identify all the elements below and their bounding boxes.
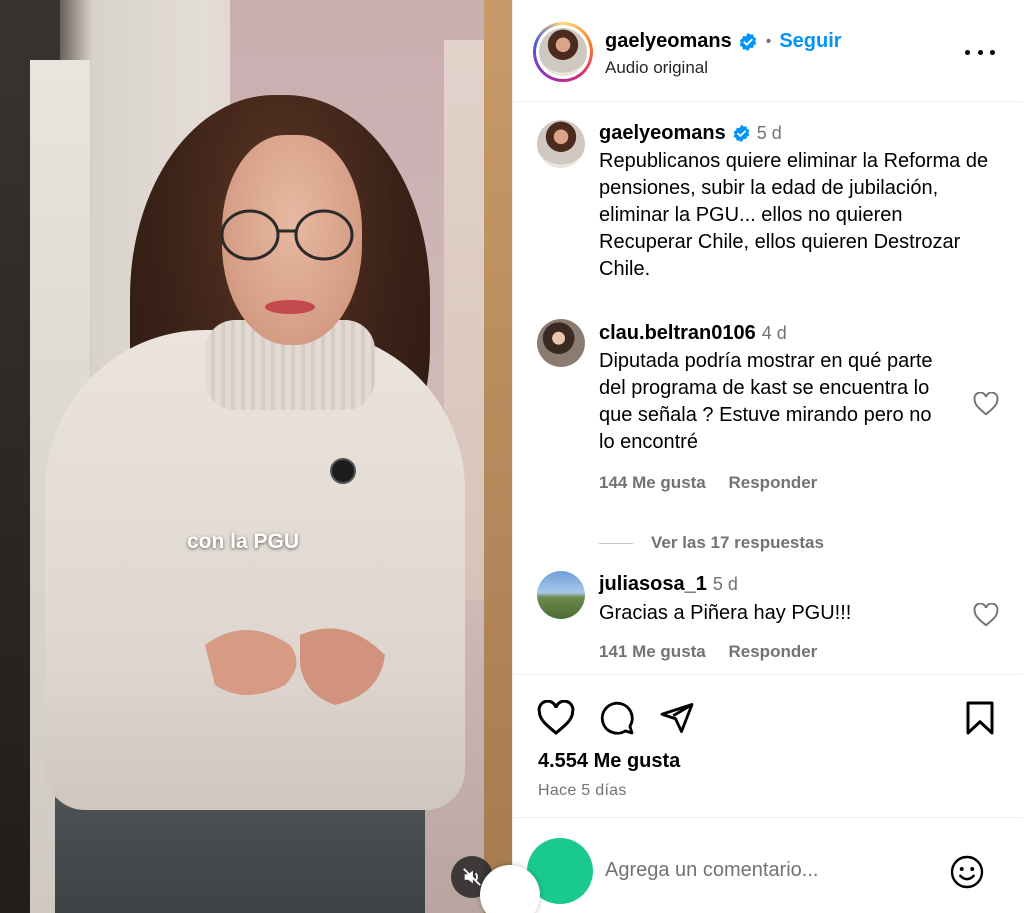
like-heart-icon[interactable]: [537, 700, 575, 736]
comment-avatar[interactable]: [537, 571, 585, 619]
audio-link[interactable]: Audio original: [605, 58, 708, 78]
add-comment-bar: [513, 817, 1023, 913]
view-replies-line: [599, 542, 633, 544]
comment-text: Gracias a Piñera hay PGU!!!: [599, 602, 852, 624]
caption-text: Republicanos quiere eliminar la Reforma …: [599, 150, 989, 280]
video-caption: con la PGU: [187, 530, 300, 553]
post-panel: gaelyeomans • Seguir Audio original gael…: [512, 0, 1024, 913]
sweater-pin: [330, 458, 356, 484]
emoji-smiley-icon[interactable]: [949, 854, 985, 890]
comment-avatar[interactable]: [537, 319, 585, 367]
comment-time[interactable]: 5 d: [713, 574, 738, 594]
background-window-frame: [484, 0, 512, 913]
reply-button[interactable]: Responder: [729, 473, 818, 492]
speaker-muted-icon: [463, 868, 481, 886]
comment-like-heart-icon[interactable]: [973, 392, 999, 416]
person-lips: [265, 300, 315, 314]
caption-author-username[interactable]: gaelyeomans: [599, 122, 726, 145]
view-replies-label[interactable]: Ver las 17 respuestas: [651, 533, 824, 553]
comment-like-heart-icon[interactable]: [973, 603, 999, 627]
reply-button[interactable]: Responder: [729, 642, 818, 661]
comments-section[interactable]: gaelyeomans 5 d Republicanos quiere elim…: [513, 103, 1023, 675]
comment-bubble-icon[interactable]: [599, 700, 635, 736]
view-replies[interactable]: Ver las 17 respuestas: [599, 533, 824, 553]
comment-time[interactable]: 4 d: [762, 323, 787, 343]
video-player[interactable]: con la PGU: [0, 0, 512, 913]
verified-badge-icon: [733, 124, 750, 143]
comment-likes-count[interactable]: 144 Me gusta: [599, 473, 706, 492]
share-paper-plane-icon[interactable]: [659, 700, 695, 736]
comment-likes-count[interactable]: 141 Me gusta: [599, 642, 706, 661]
post-timestamp[interactable]: Hace 5 días: [538, 782, 627, 800]
verified-badge-icon: [739, 32, 756, 51]
person-hands: [205, 628, 385, 705]
comment-username[interactable]: juliasosa_1: [599, 573, 707, 595]
author-username[interactable]: gaelyeomans: [605, 30, 732, 53]
more-horizontal-icon: [965, 49, 970, 55]
comment-text: Diputada podría mostrar en qué parte del…: [599, 350, 933, 453]
comment-input[interactable]: [605, 852, 925, 888]
save-bookmark-icon[interactable]: [964, 700, 996, 736]
author-avatar-image: [539, 28, 587, 76]
post-actions: 4.554 Me gusta Hace 5 días: [513, 676, 1023, 816]
comment-username[interactable]: clau.beltran0106: [599, 322, 756, 344]
follow-button[interactable]: Seguir: [779, 30, 841, 53]
separator-dot: •: [765, 32, 772, 50]
post-header: gaelyeomans • Seguir Audio original: [513, 0, 1023, 102]
post-likes-count[interactable]: 4.554 Me gusta: [538, 750, 680, 773]
person-glasses: [220, 209, 354, 261]
more-options-button[interactable]: [965, 38, 995, 66]
caption-time[interactable]: 5 d: [757, 123, 782, 144]
caption-author-avatar[interactable]: [537, 120, 585, 168]
author-avatar[interactable]: [533, 22, 593, 82]
